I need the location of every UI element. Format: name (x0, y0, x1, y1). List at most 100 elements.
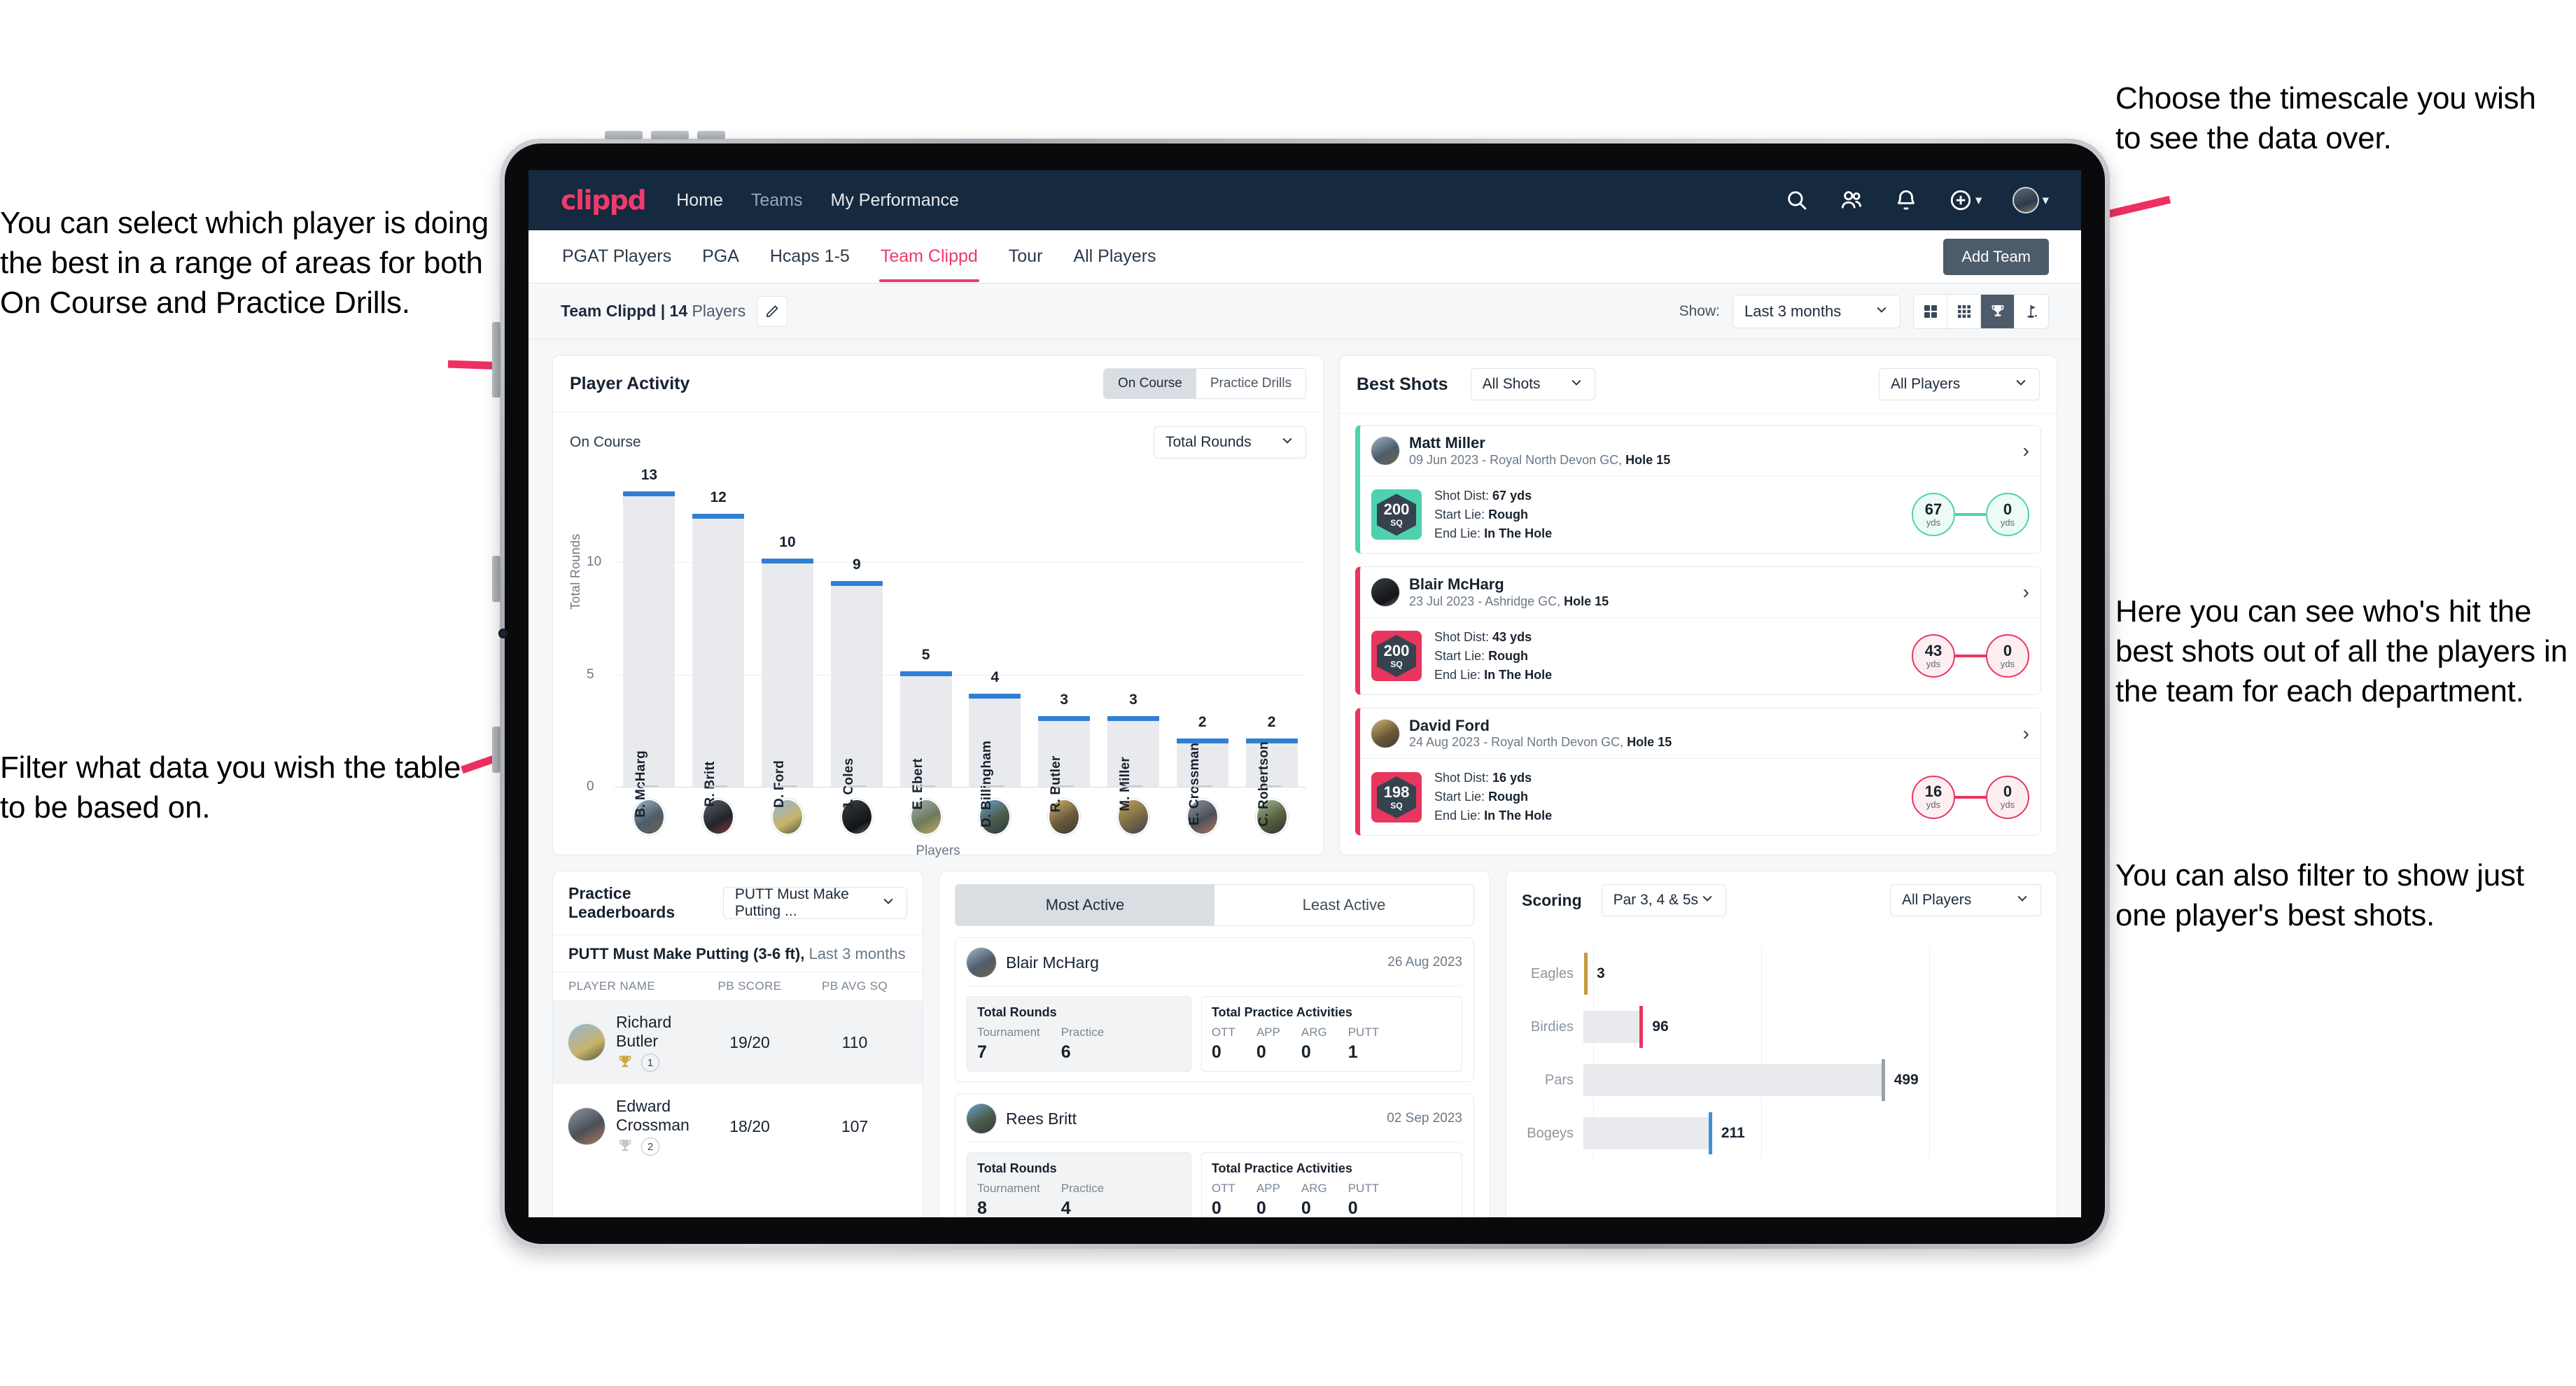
chart-bar-value: 13 (640, 467, 658, 484)
team-players-word: Players (692, 302, 746, 320)
chart-bar-column[interactable]: 9 J. Coles (822, 472, 891, 810)
chart-bar: 12 (692, 489, 745, 787)
chart-bar-column[interactable]: 13 B. McHarg (615, 467, 684, 818)
activity-player-name: Rees Britt (1006, 1109, 1077, 1128)
best-shot-details: Shot Dist: 16 yds Start Lie: Rough End Lie… (1434, 771, 1553, 823)
scoring-bar-tip (1584, 953, 1588, 995)
drill-select[interactable]: PUTT Must Make Putting ... (722, 886, 907, 919)
scoring-par-filter[interactable]: Par 3, 4 & 5s (1601, 884, 1726, 916)
scoring-bar-tip (1639, 1006, 1644, 1048)
chevron-right-icon[interactable]: › (2023, 723, 2029, 743)
chart-bar-label: B. McHarg (634, 750, 649, 818)
chart-bar-column[interactable]: 3 M. Miller (1099, 472, 1168, 811)
column-player-name: PLAYER NAME (568, 979, 656, 993)
clippd-logo[interactable]: clippd (561, 185, 647, 216)
scoring-player-filter[interactable]: All Players (1890, 884, 2041, 916)
table-row[interactable]: Richard Butler 1 19/20 110 (553, 1000, 923, 1084)
view-trophy-button[interactable] (1981, 294, 2015, 328)
nav-teams[interactable]: Teams (751, 190, 803, 211)
segment-on-course[interactable]: On Course (1104, 369, 1196, 398)
best-shot-meta: 23 Jul 2023 - Ashridge GC, Hole 15 (1409, 594, 1609, 608)
shot-start-distance: 43 yds (1912, 634, 1955, 678)
chart-bar-cap (1038, 715, 1091, 721)
shot-quality-value: 198 SQ (1383, 783, 1410, 811)
nav-home[interactable]: Home (676, 190, 723, 211)
team-name: Team Clippd (561, 302, 657, 320)
tab-least-active[interactable]: Least Active (1214, 885, 1474, 925)
practice-stat: APP 0 (1256, 1026, 1280, 1062)
leaderboard-subtitle: PUTT Must Make Putting (3-6 ft), Last 3 … (553, 934, 923, 972)
column-pb-score: PB SCORE (718, 979, 782, 993)
timescale-select[interactable]: Last 3 months (1732, 294, 1900, 328)
chart-bar-cap (623, 491, 676, 497)
view-golf-flag-button[interactable] (2015, 294, 2048, 328)
view-grid-2x2-button[interactable] (1914, 294, 1947, 328)
shot-distance-diagram: 16 yds 0 yds (1912, 775, 2029, 819)
chart-x-tick (778, 785, 797, 788)
segment-practice-drills[interactable]: Practice Drills (1196, 369, 1306, 398)
chart-x-tick (1124, 785, 1142, 788)
best-shot-item[interactable]: Matt Miller 09 Jun 2023 - Royal North Dev… (1355, 425, 2041, 554)
scoring-value: 211 (1721, 1125, 1745, 1141)
best-shots-shot-filter[interactable]: All Shots (1470, 368, 1595, 400)
activity-player-name: Blair McHarg (1006, 953, 1099, 972)
chart-bar-column[interactable]: 10 D. Ford (753, 472, 822, 808)
tab-pgat-players[interactable]: PGAT Players (561, 231, 673, 282)
chart-bar-value: 2 (1198, 713, 1207, 730)
chart-bar-value: 9 (852, 556, 861, 573)
scoring-row: Eagles 3 (1522, 947, 2041, 1000)
search-icon[interactable] (1785, 188, 1809, 212)
chart-bar-column[interactable]: 12 R. Britt (684, 472, 753, 806)
practice-leaderboards-card: Practice Leaderboards PUTT Must Make Put… (552, 871, 923, 1217)
app-screen: clippd Home Teams My Performance ▾ ▾ PGA… (528, 170, 2081, 1217)
chart-bar-column[interactable]: 3 R. Butler (1030, 472, 1099, 812)
table-row[interactable]: Edward Crossman 2 18/20 107 (553, 1084, 923, 1168)
tab-most-active[interactable]: Most Active (955, 885, 1214, 925)
chevron-down-icon (881, 894, 895, 912)
chevron-right-icon[interactable]: › (2023, 440, 2029, 461)
chevron-down-icon (2015, 891, 2029, 909)
scoring-value: 499 (1893, 1072, 1919, 1088)
chart-x-tick (1055, 785, 1074, 788)
tab-hcaps-1-5[interactable]: Hcaps 1-5 (769, 231, 851, 282)
chart-bar-column[interactable]: 2 E. Crossman (1168, 472, 1237, 825)
shot-quality-value: 200 SQ (1383, 500, 1410, 528)
scoring-row: Pars 499 (1522, 1054, 2041, 1107)
people-icon[interactable] (1840, 188, 1863, 212)
tab-team-clippd[interactable]: Team Clippd (878, 231, 979, 282)
scoring-category-label: Bogeys (1527, 1125, 1574, 1141)
chart-bar-label: J. Coles (841, 757, 856, 811)
total-rounds-title: Total Rounds (977, 1161, 1057, 1175)
chevron-down-icon: ▾ (2042, 192, 2049, 208)
annotation-right-bottom: You can also filter to show just one pla… (2115, 858, 2524, 933)
best-shot-item[interactable]: Blair McHarg 23 Jul 2023 - Ashridge GC, H… (1355, 566, 2041, 695)
metric-select[interactable]: Total Rounds (1154, 426, 1306, 458)
activity-player-card[interactable]: Blair McHarg 26 Aug 2023 Total Rounds Tourn… (939, 937, 1490, 1082)
add-team-button[interactable]: Add Team (1943, 239, 2049, 275)
chart-x-tick (640, 785, 659, 788)
chevron-right-icon[interactable]: › (2023, 582, 2029, 602)
chevron-down-icon (2014, 375, 2028, 393)
bell-icon[interactable] (1894, 188, 1918, 212)
chart-bar-column[interactable]: 2 C. Robertson (1237, 472, 1306, 827)
scoring-category-label: Pars (1544, 1072, 1574, 1088)
edit-team-button[interactable] (757, 295, 788, 327)
best-shot-item[interactable]: David Ford 24 Aug 2023 - Royal North Devo… (1355, 707, 2041, 836)
chart-bar-column[interactable]: 5 E. Ebert (891, 472, 960, 810)
avatar-menu[interactable]: ▾ (2012, 187, 2049, 214)
activity-player-card[interactable]: Rees Britt 02 Sep 2023 Total Rounds Tournam… (939, 1093, 1490, 1217)
plus-circle-menu[interactable]: ▾ (1949, 188, 1982, 212)
tab-all-players[interactable]: All Players (1072, 231, 1157, 282)
best-shots-player-filter[interactable]: All Players (1879, 368, 2040, 400)
view-grid-3x3-button[interactable] (1947, 294, 1981, 328)
tab-pga[interactable]: PGA (701, 231, 741, 282)
trophy-icon (1991, 304, 2003, 316)
chart-bar-column[interactable]: 4 D. Billingham (960, 472, 1030, 827)
player-avatar (1371, 578, 1399, 606)
show-label: Show: (1679, 302, 1720, 319)
player-avatar (568, 1108, 605, 1144)
nav-my-performance[interactable]: My Performance (831, 190, 959, 211)
leaderboard-subtitle-period: Last 3 months (808, 945, 906, 962)
chart-bar-cap (761, 559, 813, 564)
tab-tour[interactable]: Tour (1007, 231, 1044, 282)
